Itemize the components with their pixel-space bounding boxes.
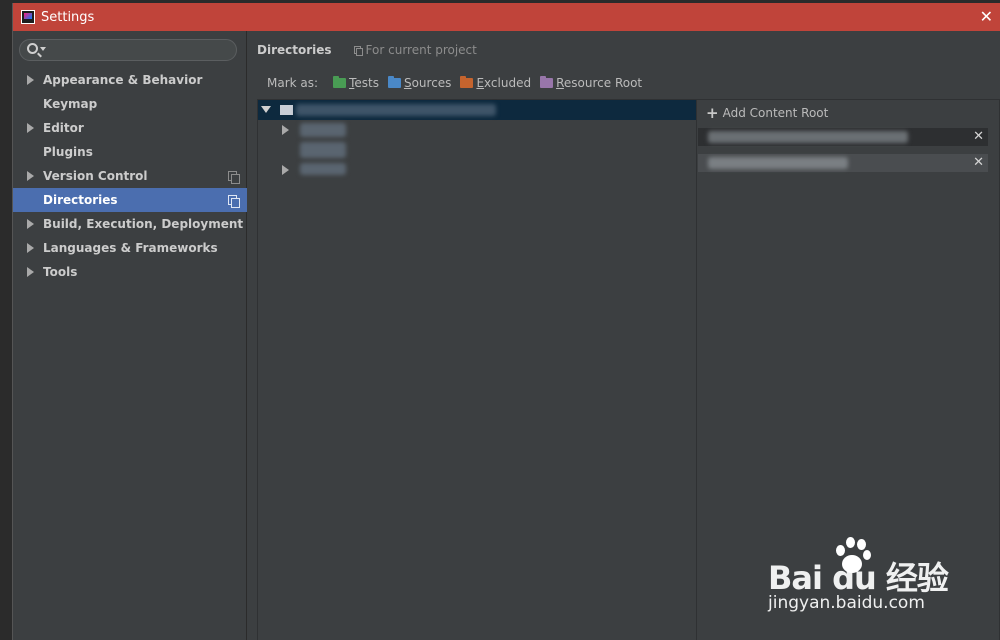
mark-resource-root-label: Resource Root bbox=[556, 76, 643, 90]
background-ide-panel bbox=[0, 0, 12, 640]
sidebar-item-appearance-behavior[interactable]: Appearance & Behavior bbox=[13, 68, 247, 92]
sidebar-item-tools[interactable]: Tools bbox=[13, 260, 247, 284]
mark-resource-root-button[interactable]: Resource Root bbox=[540, 76, 642, 90]
content-root-entry[interactable]: ✕ bbox=[698, 154, 988, 172]
sidebar-item-label: Keymap bbox=[43, 97, 98, 111]
expand-arrow-icon[interactable] bbox=[27, 171, 34, 181]
redacted-name bbox=[300, 163, 346, 175]
search-history-dropdown-icon[interactable] bbox=[40, 47, 46, 51]
collapse-arrow-icon[interactable] bbox=[261, 106, 271, 113]
sidebar-item-label: Plugins bbox=[43, 145, 93, 159]
window-title: Settings bbox=[41, 9, 95, 25]
mark-sources-label: Sources bbox=[403, 76, 452, 90]
mark-tests-button[interactable]: Tests bbox=[333, 76, 379, 90]
mark-as-label: Mark as: bbox=[267, 76, 319, 90]
tree-row-project-root[interactable] bbox=[258, 100, 696, 120]
sidebar-item-directories[interactable]: Directories bbox=[13, 188, 247, 212]
remove-content-root-icon[interactable]: ✕ bbox=[973, 129, 984, 144]
app-logo-icon bbox=[21, 10, 35, 24]
sidebar-item-label: Directories bbox=[43, 193, 118, 207]
sidebar-item-label: Version Control bbox=[43, 169, 148, 183]
expand-arrow-icon[interactable] bbox=[27, 75, 34, 85]
sidebar-item-label: Build, Execution, Deployment bbox=[43, 217, 244, 231]
expand-arrow-icon[interactable] bbox=[27, 123, 34, 133]
remove-content-root-icon[interactable]: ✕ bbox=[973, 155, 984, 170]
redacted-path bbox=[708, 157, 848, 169]
add-content-root-label: Add Content Root bbox=[722, 106, 829, 120]
scope-note: For current project bbox=[365, 43, 477, 57]
mark-excluded-button[interactable]: Excluded bbox=[460, 76, 531, 90]
redacted-path bbox=[708, 131, 908, 143]
search-icon bbox=[27, 43, 38, 54]
directory-tree[interactable] bbox=[257, 99, 697, 640]
sidebar-item-label: Languages & Frameworks bbox=[43, 241, 218, 255]
content-root-entry[interactable]: ✕ bbox=[698, 128, 988, 146]
expand-arrow-icon[interactable] bbox=[282, 125, 289, 135]
tests-folder-icon bbox=[333, 76, 347, 88]
plus-icon: + bbox=[706, 104, 719, 122]
expand-arrow-icon[interactable] bbox=[27, 243, 34, 253]
sidebar-item-plugins[interactable]: Plugins bbox=[13, 140, 247, 164]
redacted-name bbox=[300, 142, 346, 158]
baidu-jingyan-watermark: Bai du 经验 jingyan.baidu.com bbox=[768, 535, 949, 625]
sidebar-item-build-execution-deployment[interactable]: Build, Execution, Deployment bbox=[13, 212, 247, 236]
tree-row-child[interactable] bbox=[258, 140, 696, 160]
expand-arrow-icon[interactable] bbox=[27, 219, 34, 229]
sidebar-item-editor[interactable]: Editor bbox=[13, 116, 247, 140]
close-icon[interactable]: ✕ bbox=[980, 7, 993, 27]
sidebar-item-label: Appearance & Behavior bbox=[43, 73, 203, 87]
mark-tests-label: Tests bbox=[349, 76, 379, 90]
watermark-url: jingyan.baidu.com bbox=[768, 593, 925, 613]
tree-row-child[interactable] bbox=[258, 120, 696, 140]
settings-sidebar: Appearance & Behavior Keymap Editor Plug… bbox=[13, 31, 247, 640]
folder-icon bbox=[280, 105, 293, 115]
mark-sources-button[interactable]: Sources bbox=[387, 76, 452, 90]
sidebar-item-languages-frameworks[interactable]: Languages & Frameworks bbox=[13, 236, 247, 260]
project-scope-icon bbox=[353, 46, 363, 56]
project-scope-icon bbox=[228, 171, 240, 184]
sidebar-item-version-control[interactable]: Version Control bbox=[13, 164, 247, 188]
tree-row-child[interactable] bbox=[258, 160, 696, 180]
sidebar-item-label: Tools bbox=[43, 265, 78, 279]
expand-arrow-icon[interactable] bbox=[282, 165, 289, 175]
settings-nav-tree: Appearance & Behavior Keymap Editor Plug… bbox=[13, 68, 247, 284]
project-scope-icon bbox=[228, 195, 240, 208]
add-content-root-button[interactable]: + Add Content Root bbox=[706, 104, 829, 122]
search-box[interactable] bbox=[19, 39, 237, 61]
resource-root-folder-icon bbox=[540, 76, 554, 88]
title-bar: Settings ✕ bbox=[13, 3, 1000, 31]
page-title: Directories bbox=[257, 43, 332, 57]
panel-header: Directories For current project bbox=[257, 43, 477, 57]
excluded-folder-icon bbox=[460, 76, 474, 88]
redacted-path bbox=[296, 104, 496, 116]
search-input[interactable] bbox=[48, 42, 228, 58]
mark-as-toolbar: Mark as: Tests Sources Excluded Resource… bbox=[267, 76, 651, 90]
expand-arrow-icon[interactable] bbox=[27, 267, 34, 277]
redacted-name bbox=[300, 123, 346, 137]
sidebar-item-keymap[interactable]: Keymap bbox=[13, 92, 247, 116]
sidebar-item-label: Editor bbox=[43, 121, 84, 135]
mark-excluded-label: Excluded bbox=[476, 76, 532, 90]
sources-folder-icon bbox=[387, 76, 401, 88]
